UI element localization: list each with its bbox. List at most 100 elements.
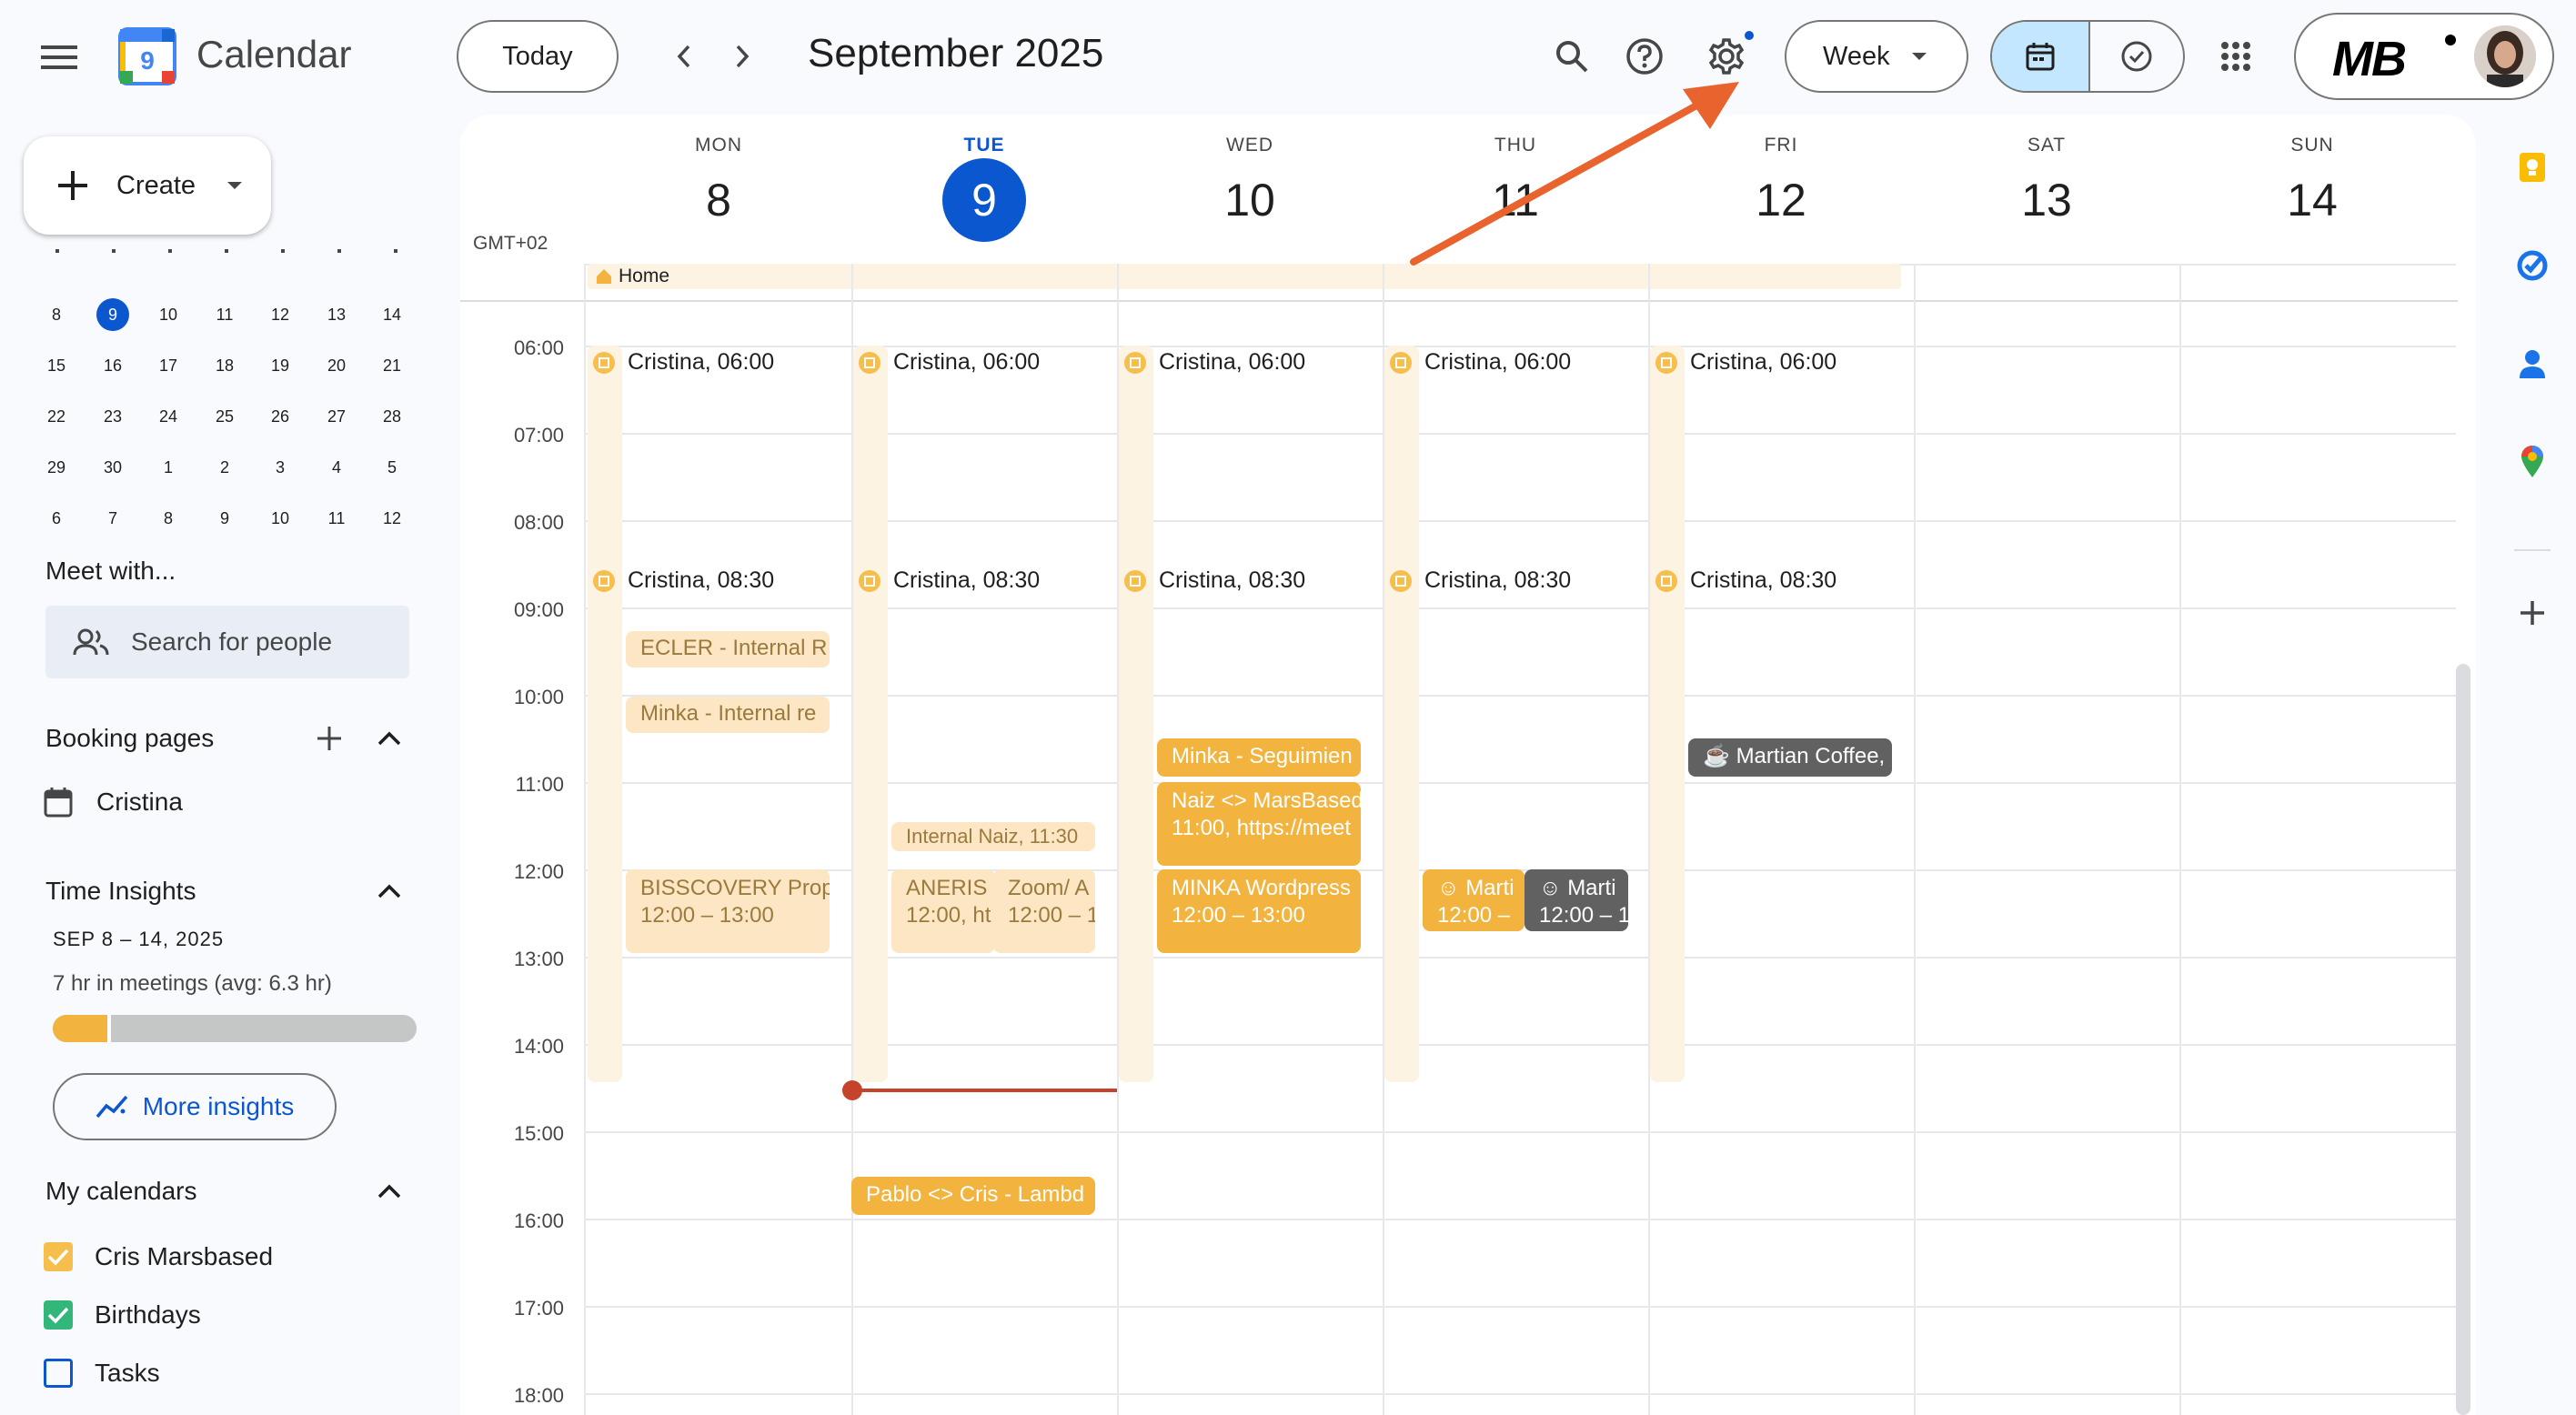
calendar-checkbox[interactable]	[44, 1359, 73, 1388]
keep-button[interactable]	[2507, 142, 2558, 193]
calendar-event[interactable]: ☕ Martian Coffee,	[1688, 738, 1892, 777]
mini-cal-day[interactable]: 29	[40, 451, 73, 484]
mini-cal-day[interactable]: 21	[376, 349, 408, 382]
mini-cal-day[interactable]: 18	[208, 349, 241, 382]
mini-cal-day[interactable]: 30	[96, 451, 129, 484]
calendar-event[interactable]: Internal Naiz, 11:30	[891, 822, 1095, 851]
day-header-sat[interactable]: SAT 13	[1914, 115, 2179, 269]
mini-cal-day[interactable]: 19	[264, 349, 297, 382]
ooo-block[interactable]	[588, 564, 622, 1082]
ooo-event-label[interactable]: Cristina, 08:30	[859, 567, 1040, 594]
mini-cal-day[interactable]: 28	[376, 400, 408, 433]
add-booking-page-button[interactable]	[306, 715, 353, 762]
ooo-block[interactable]	[1650, 564, 1685, 1082]
mini-cal-day[interactable]: 10	[264, 502, 297, 535]
ooo-event-label[interactable]: Cristina, 08:30	[593, 567, 774, 594]
main-menu-button[interactable]	[27, 27, 91, 87]
mini-cal-day[interactable]: 16	[96, 349, 129, 382]
mini-cal-day[interactable]: 9	[208, 502, 241, 535]
today-button[interactable]: Today	[457, 20, 619, 93]
tasks-view-toggle[interactable]	[2090, 22, 2183, 91]
mini-cal-day[interactable]: 17	[152, 349, 185, 382]
ooo-event-label[interactable]: Cristina, 06:00	[593, 349, 774, 376]
mini-cal-day[interactable]: 27	[320, 400, 353, 433]
calendar-event[interactable]: MINKA Wordpress 12:00 – 13:00	[1157, 869, 1361, 953]
ooo-block[interactable]	[853, 564, 888, 1082]
contacts-button[interactable]	[2507, 338, 2558, 389]
mini-cal-day[interactable]: 11	[320, 502, 353, 535]
calendar-event[interactable]: ☺ Marti 12:00 –	[1423, 869, 1524, 931]
week-scrollbar[interactable]	[2456, 664, 2470, 1415]
mini-cal-day[interactable]: 20	[320, 349, 353, 382]
mini-cal-day[interactable]: 8	[152, 502, 185, 535]
calendar-event[interactable]: ANERIS 12:00, ht	[891, 869, 995, 953]
calendar-item-birthdays[interactable]: Birthdays	[44, 1297, 201, 1333]
day-header-mon[interactable]: MON 8	[586, 115, 851, 269]
day-number[interactable]: 10	[1208, 158, 1292, 242]
ooo-event-label[interactable]: Cristina, 06:00	[1124, 349, 1305, 376]
mini-cal-day[interactable]: 12	[376, 502, 408, 535]
ooo-event-label[interactable]: Cristina, 08:30	[1390, 567, 1571, 594]
previous-week-button[interactable]	[662, 35, 706, 78]
ooo-block[interactable]	[1119, 564, 1153, 1082]
calendar-event[interactable]: Minka - Internal re	[626, 697, 830, 733]
calendar-item-tasks[interactable]: Tasks	[44, 1355, 160, 1391]
mini-cal-day[interactable]: 22	[40, 400, 73, 433]
ooo-event-label[interactable]: Cristina, 06:00	[859, 349, 1040, 376]
tasks-button[interactable]	[2507, 240, 2558, 291]
day-header-wed[interactable]: WED 10	[1117, 115, 1383, 269]
mini-cal-day[interactable]: 2	[208, 451, 241, 484]
day-number[interactable]: 14	[2270, 158, 2354, 242]
calendar-event[interactable]: BISSCOVERY Prop 12:00 – 13:00	[626, 869, 830, 953]
mini-cal-day[interactable]: 5	[376, 451, 408, 484]
mini-cal-day[interactable]: 1	[152, 451, 185, 484]
mini-cal-day[interactable]: 26	[264, 400, 297, 433]
ooo-event-label[interactable]: Cristina, 08:30	[1655, 567, 1836, 594]
booking-page-item[interactable]: Cristina	[44, 784, 183, 820]
search-people-input[interactable]: Search for people	[45, 606, 409, 678]
ooo-event-label[interactable]: Cristina, 08:30	[1124, 567, 1305, 594]
mini-cal-day[interactable]: 4	[320, 451, 353, 484]
mini-cal-day[interactable]: 14	[376, 298, 408, 331]
ooo-block[interactable]	[1384, 564, 1419, 1082]
calendar-event[interactable]: Pablo <> Cris - Lambd	[851, 1177, 1095, 1215]
next-week-button[interactable]	[720, 35, 764, 78]
mini-cal-day[interactable]: 11	[208, 298, 241, 331]
mini-cal-day[interactable]: 8	[40, 298, 73, 331]
ooo-event-label[interactable]: Cristina, 06:00	[1655, 349, 1836, 376]
ooo-event-label[interactable]: Cristina, 06:00	[1390, 349, 1571, 376]
calendar-event[interactable]: Minka - Seguimien	[1157, 738, 1361, 777]
mini-cal-day[interactable]: 24	[152, 400, 185, 433]
day-header-tue[interactable]: TUE 9	[851, 115, 1117, 269]
mini-cal-day[interactable]: 25	[208, 400, 241, 433]
calendar-checkbox[interactable]	[44, 1300, 73, 1330]
account-button[interactable]: MB	[2294, 13, 2554, 100]
create-button[interactable]: Create	[24, 136, 271, 235]
calendar-view-toggle[interactable]	[1992, 22, 2090, 91]
collapse-insights-button[interactable]	[366, 868, 413, 915]
mini-cal-day[interactable]: 6	[40, 502, 73, 535]
mini-cal-day[interactable]: 13	[320, 298, 353, 331]
calendar-item-cris-marsbased[interactable]: Cris Marsbased	[44, 1239, 273, 1275]
mini-cal-day[interactable]: 23	[96, 400, 129, 433]
more-insights-button[interactable]: More insights	[53, 1073, 337, 1140]
calendar-event[interactable]: Zoom/ A 12:00 – 1	[993, 869, 1095, 953]
mini-cal-selected-day[interactable]: 9	[96, 298, 129, 331]
mini-cal-day[interactable]: 10	[152, 298, 185, 331]
maps-button[interactable]	[2507, 437, 2558, 487]
calendar-checkbox[interactable]	[44, 1242, 73, 1271]
calendar-event[interactable]: Naiz <> MarsBased 11:00, https://meet	[1157, 782, 1361, 866]
day-header-sun[interactable]: SUN 14	[2179, 115, 2445, 269]
mini-cal-day[interactable]: 12	[264, 298, 297, 331]
day-number[interactable]: 13	[2005, 158, 2088, 242]
day-number[interactable]: 12	[1739, 158, 1823, 242]
day-number[interactable]: 8	[677, 158, 760, 242]
apps-button[interactable]	[2207, 27, 2265, 85]
collapse-booking-button[interactable]	[366, 715, 413, 762]
day-number-today[interactable]: 9	[942, 158, 1026, 242]
calendar-event[interactable]: ECLER - Internal R	[626, 631, 830, 667]
get-add-ons-button[interactable]	[2507, 587, 2558, 638]
calendar-event[interactable]: ☺ Marti 12:00 – 1	[1524, 869, 1628, 931]
mini-cal-day[interactable]: 3	[264, 451, 297, 484]
mini-cal-day[interactable]: 7	[96, 502, 129, 535]
